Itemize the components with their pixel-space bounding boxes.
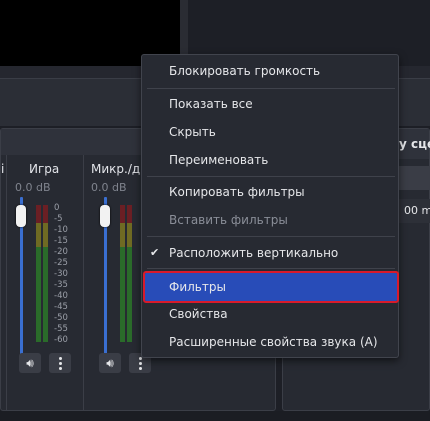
db-tick: -25	[54, 258, 68, 268]
menu-item-show-all[interactable]: Показать все	[142, 90, 398, 118]
volume-fader-handle[interactable]	[16, 205, 26, 227]
level-meter-left	[36, 205, 41, 342]
db-scale: 0 -5 -10 -15 -20 -25 -30 -35 -40 -45 -50…	[54, 203, 68, 346]
db-tick: -20	[54, 247, 68, 257]
kebab-menu-icon	[138, 356, 142, 370]
db-tick: -50	[54, 313, 68, 323]
speaker-icon: 🔊︎	[106, 355, 114, 370]
status-bar	[0, 411, 430, 421]
channel-db: 0.0 dB	[15, 181, 51, 194]
menu-item-hide[interactable]: Скрыть	[142, 118, 398, 146]
menu-item-label: Расположить вертикально	[169, 246, 339, 260]
menu-separator	[147, 176, 395, 177]
channel-divider	[83, 155, 84, 410]
menu-item-paste-filters: Вставить фильтры	[169, 213, 288, 227]
channel-name: Игра	[29, 162, 60, 176]
channel-left-partial	[1, 155, 7, 410]
menu-item-advanced-audio[interactable]: Расширенные свойства звука (A)	[142, 328, 398, 356]
db-tick: -30	[54, 269, 68, 279]
channel-name-partial: i	[1, 162, 5, 176]
menu-item-vertical-layout[interactable]: ✔ Расположить вертикально	[142, 239, 398, 267]
db-tick: -45	[54, 302, 68, 312]
menu-separator	[147, 236, 395, 237]
db-tick: -10	[54, 225, 68, 235]
duration-field[interactable]: 00 ms	[398, 199, 430, 223]
menu-item-copy-filters[interactable]: Копировать фильтры	[142, 178, 398, 206]
db-tick: -15	[54, 236, 68, 246]
channel-name: Микр./д	[91, 162, 141, 176]
transitions-title: у сцеі	[399, 137, 430, 151]
menu-separator	[147, 268, 395, 269]
menu-item-properties[interactable]: Свойства	[142, 300, 398, 328]
level-meter-right	[127, 205, 132, 342]
duration-value: 00 ms	[404, 204, 430, 217]
kebab-menu-icon	[58, 356, 62, 370]
level-meter-left	[120, 205, 125, 342]
db-tick: -55	[54, 324, 68, 334]
menu-item-filters[interactable]: Фильтры	[143, 271, 399, 303]
db-tick: -40	[54, 291, 68, 301]
db-tick: 0	[54, 203, 60, 213]
mute-button[interactable]: 🔊︎	[99, 353, 121, 373]
transition-select[interactable]	[398, 166, 430, 190]
menu-item-rename[interactable]: Переименовать	[142, 146, 398, 174]
checkmark-icon: ✔	[150, 246, 160, 259]
db-tick: -35	[54, 280, 68, 290]
db-tick: -5	[54, 214, 63, 224]
menu-separator	[147, 88, 395, 89]
volume-fader-handle[interactable]	[100, 205, 110, 227]
db-tick: -60	[54, 335, 68, 345]
channel-menu-button[interactable]	[49, 353, 71, 373]
context-menu: Блокировать громкость Показать все Скрыт…	[141, 54, 399, 358]
mute-button[interactable]: 🔊︎	[19, 353, 41, 373]
channel-db: 0.0 dB	[91, 181, 127, 194]
level-meter-right	[43, 205, 48, 342]
speaker-icon: 🔊︎	[26, 355, 34, 370]
menu-item-lock-volume[interactable]: Блокировать громкость	[142, 57, 398, 85]
